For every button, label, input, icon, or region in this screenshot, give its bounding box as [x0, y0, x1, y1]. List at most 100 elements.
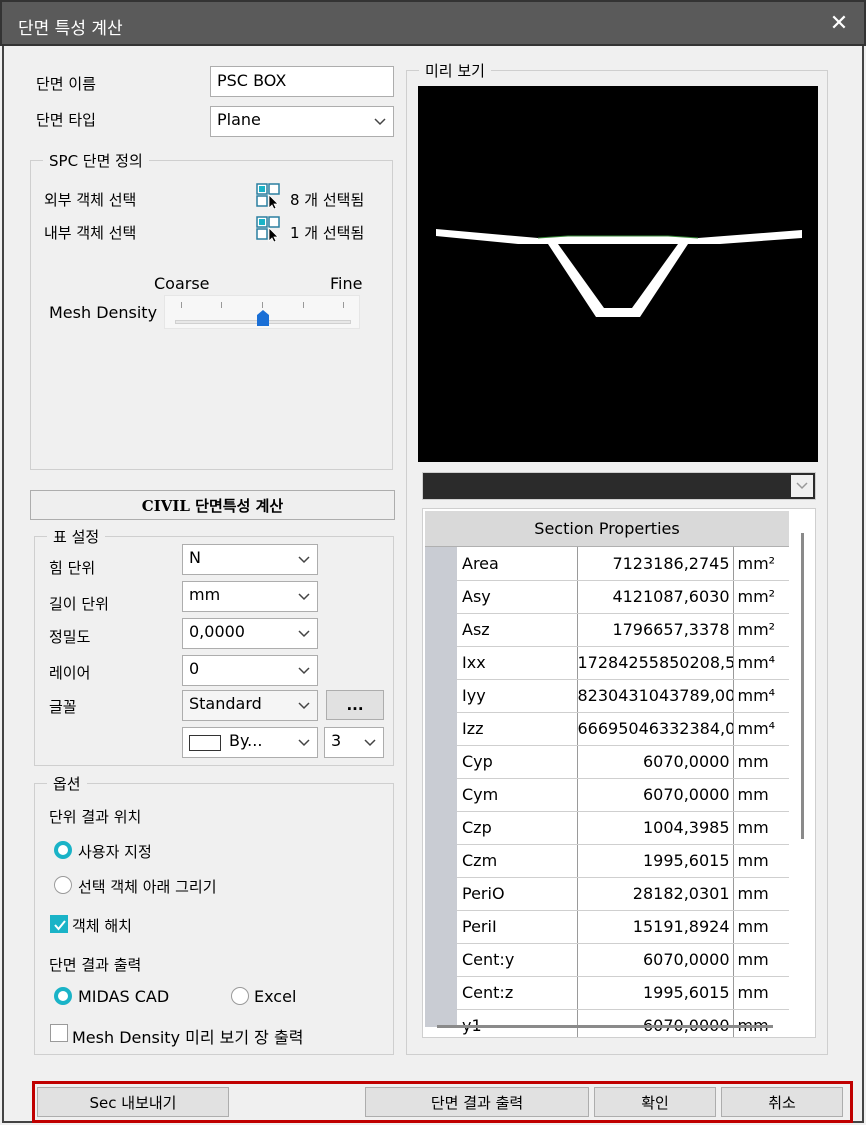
- civil-calc-button[interactable]: CIVIL 단면특성 계산: [30, 490, 395, 520]
- force-unit-select[interactable]: N: [182, 544, 318, 575]
- property-name: Asy: [457, 580, 578, 614]
- table-row: Cym 6070,0000 mm: [457, 778, 789, 812]
- property-value: 8230431043789,0000: [577, 679, 734, 713]
- radio-excel-label: Excel: [254, 987, 297, 1006]
- inner-select-label: 내부 객체 선택: [44, 224, 137, 242]
- force-unit-label: 힘 단위: [49, 559, 96, 577]
- close-icon[interactable]: ✕: [826, 10, 852, 38]
- property-value: 6070,0000: [577, 745, 734, 779]
- property-value: 66695046332384,0,...: [577, 712, 734, 746]
- property-name: y1: [457, 1009, 578, 1037]
- font-label: 글꼴: [49, 698, 77, 716]
- table-row: Ixx17284255850208,5,...mm⁴: [457, 646, 789, 680]
- mesh-density-slider[interactable]: [164, 295, 360, 329]
- section-type-value: Plane: [217, 110, 261, 129]
- radio-user-defined-label: 사용자 지정: [78, 843, 152, 861]
- select-objects-icon[interactable]: [256, 183, 282, 209]
- unit-position-label: 단위 결과 위치: [49, 808, 142, 826]
- font-select[interactable]: Standard: [182, 690, 318, 721]
- table-row: Asy 4121087,6030 mm²: [457, 580, 789, 614]
- table-row: Czm 1995,6015 mm: [457, 844, 789, 878]
- select-objects-icon[interactable]: [256, 216, 282, 242]
- precision-value: 0,0000: [189, 622, 245, 641]
- psc-box-section-drawing: [436, 229, 802, 317]
- horizontal-scrollbar[interactable]: [437, 1025, 773, 1028]
- table-row: y16070,0000mm: [457, 1009, 789, 1037]
- outer-select-count: 8 개 선택됨: [290, 191, 365, 209]
- property-name: Czp: [457, 811, 578, 845]
- length-unit-label: 길이 단위: [49, 595, 109, 613]
- font-more-button[interactable]: ...: [326, 690, 384, 720]
- section-name-value: PSC BOX: [217, 71, 287, 90]
- table-row: Area 7123186,2745 mm²: [457, 547, 789, 581]
- hatch-label: 객체 해치: [72, 917, 132, 935]
- property-value: 1796657,3378: [577, 613, 734, 647]
- output-label: 단면 결과 출력: [49, 956, 142, 974]
- radio-user-defined[interactable]: [54, 841, 72, 859]
- table-row: Izz66695046332384,0,...mm⁴: [457, 712, 789, 746]
- mesh-preview-checkbox[interactable]: [50, 1024, 68, 1042]
- property-name: Area: [457, 547, 578, 581]
- property-unit: mm⁴: [733, 679, 789, 713]
- property-name: Asz: [457, 613, 578, 647]
- length-unit-value: mm: [189, 585, 221, 604]
- fine-label: Fine: [330, 274, 363, 293]
- property-name: Cym: [457, 778, 578, 812]
- property-value: 6070,0000: [577, 778, 734, 812]
- property-name: Ixx: [457, 646, 578, 680]
- options-title: 옵션: [47, 773, 87, 794]
- chevron-down-icon: [293, 547, 315, 572]
- table-row: Cent:y 6070,0000 mm: [457, 943, 789, 977]
- mesh-density-label: Mesh Density: [49, 303, 158, 322]
- color-select[interactable]: By...: [182, 727, 318, 758]
- property-name: Izz: [457, 712, 578, 746]
- table-row: Cent:z 1995,6015 mm: [457, 976, 789, 1010]
- radio-below-object[interactable]: [54, 876, 72, 894]
- size-select[interactable]: 3: [324, 727, 384, 758]
- property-name: PeriO: [457, 877, 578, 911]
- row-header-column: [425, 547, 457, 1027]
- section-type-select[interactable]: Plane: [210, 106, 394, 137]
- table-row: Czp 1004,3985 mm: [457, 811, 789, 845]
- property-value: 6070,0000: [577, 1009, 734, 1037]
- property-name: Cent:y: [457, 943, 578, 977]
- property-unit: mm⁴: [733, 646, 789, 680]
- property-name: Cent:z: [457, 976, 578, 1010]
- slider-tick: [303, 302, 304, 308]
- hatch-checkbox[interactable]: [50, 915, 68, 933]
- property-unit: mm: [733, 1009, 789, 1037]
- spc-group-title: SPC 단면 정의: [43, 150, 149, 171]
- section-name-input[interactable]: PSC BOX: [210, 66, 394, 97]
- property-unit: mm: [733, 976, 789, 1010]
- vertical-scrollbar[interactable]: [801, 533, 804, 839]
- chevron-down-icon: [293, 584, 315, 609]
- property-unit: mm⁴: [733, 712, 789, 746]
- table-row: Iyy8230431043789,0000mm⁴: [457, 679, 789, 713]
- slider-thumb[interactable]: [257, 310, 269, 326]
- font-value: Standard: [189, 694, 262, 713]
- length-unit-select[interactable]: mm: [182, 581, 318, 612]
- slider-tick: [181, 302, 182, 308]
- section-name-label: 단면 이름: [36, 75, 96, 93]
- table-row: PeriI 15191,8924 mm: [457, 910, 789, 944]
- radio-midas-cad[interactable]: [54, 987, 72, 1005]
- layer-select[interactable]: 0: [182, 655, 318, 686]
- inner-select-count: 1 개 선택됨: [290, 224, 365, 242]
- section-preview: [418, 86, 818, 462]
- property-unit: mm²: [733, 580, 789, 614]
- preview-view-select[interactable]: [422, 472, 816, 500]
- outer-select-label: 외부 객체 선택: [44, 191, 137, 209]
- property-unit: mm: [733, 745, 789, 779]
- precision-select[interactable]: 0,0000: [182, 618, 318, 649]
- dialog-body: 단면 이름 PSC BOX 단면 타입 Plane SPC 단면 정의 외부 객…: [2, 46, 864, 1123]
- property-name: Iyy: [457, 679, 578, 713]
- layer-label: 레이어: [49, 664, 91, 682]
- property-unit: mm: [733, 811, 789, 845]
- properties-table: Area 7123186,2745 mm² Asy 4121087,6030 mm² Asz…: [457, 547, 789, 1037]
- property-value: 15191,8924: [577, 910, 734, 944]
- properties-header: Section Properties: [425, 511, 789, 547]
- property-value: 1995,6015: [577, 976, 734, 1010]
- radio-excel[interactable]: [231, 987, 249, 1005]
- coarse-label: Coarse: [154, 274, 210, 293]
- table-settings-title: 표 설정: [47, 526, 106, 547]
